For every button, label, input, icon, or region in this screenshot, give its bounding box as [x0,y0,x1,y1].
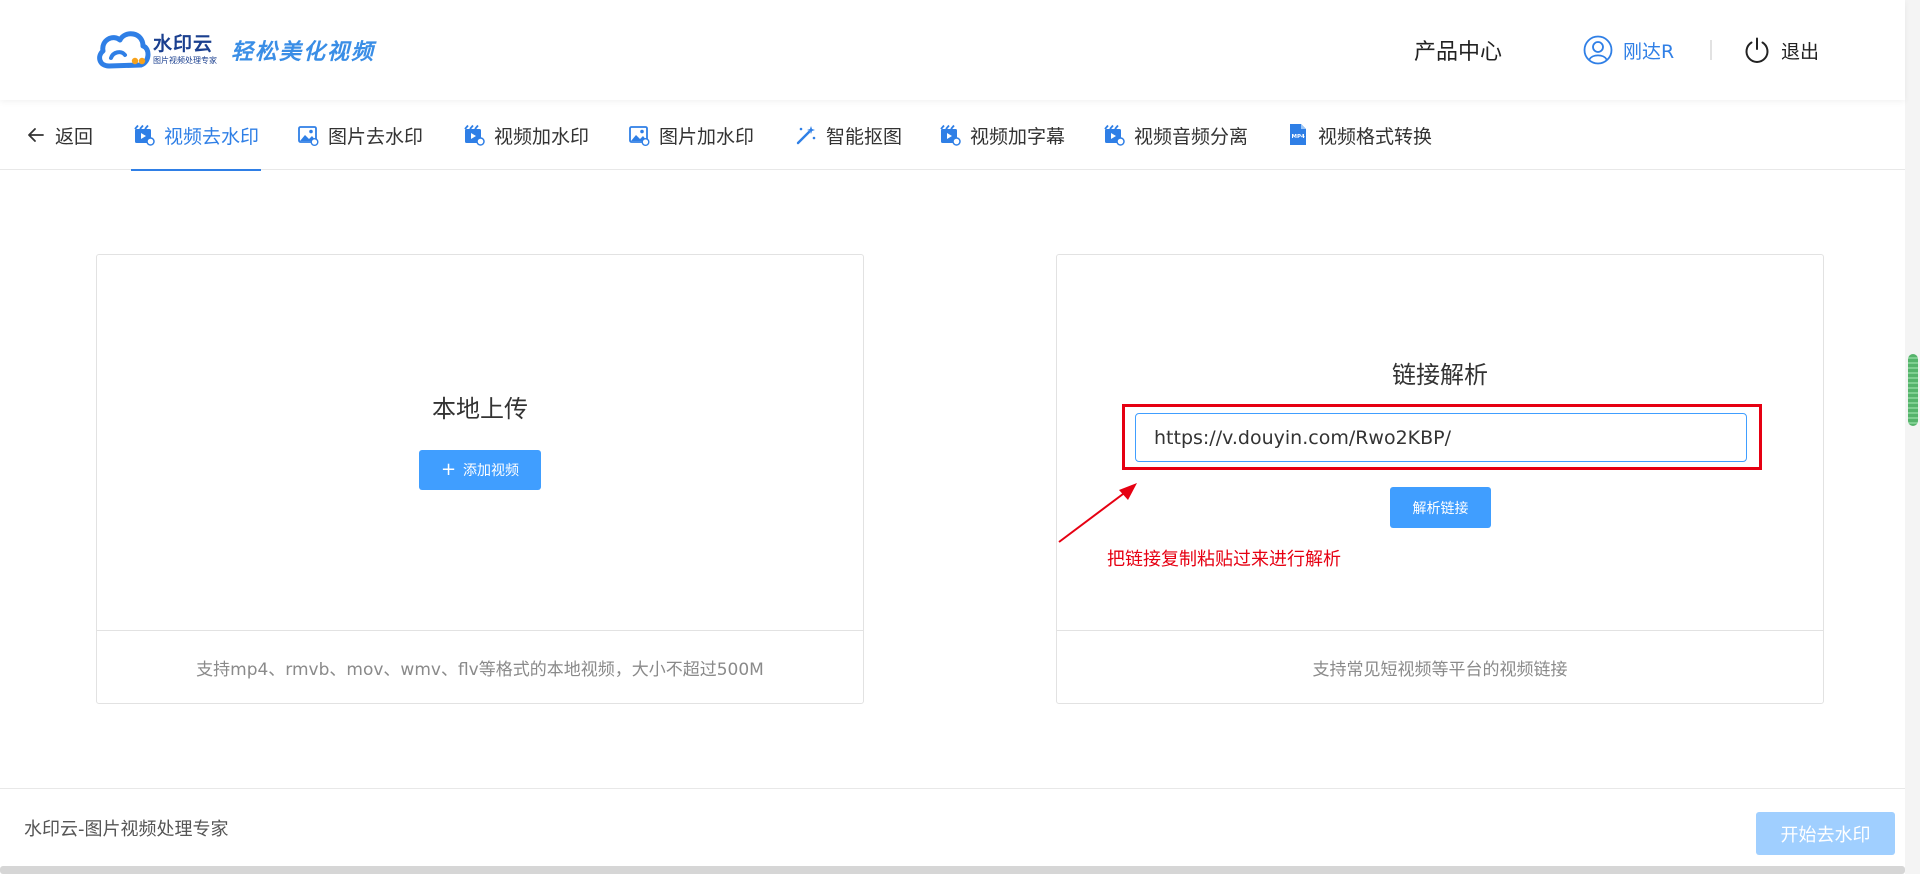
footer-brand-text: 水印云-图片视频处理专家 [24,819,229,840]
red-arrow-annotation [1058,483,1137,543]
logout-button[interactable]: 退出 [1743,34,1819,66]
horizontal-scrollbar[interactable] [0,866,1905,874]
brand-tagline: 图片视频处理专家 [153,56,217,65]
arrow-left-icon [28,128,44,142]
image-icon [629,126,650,146]
user-profile-link[interactable]: 刚达R [1583,34,1674,66]
link-parse-card: 链接解析 解析链接 把链接复制粘贴过来进行解析 支持常见短视频等平台的视频链接 [1056,254,1824,704]
video-url-input[interactable] [1135,413,1747,462]
tab-image-add-watermark[interactable]: 图片加水印 [628,100,754,170]
tab-video-add-subtitle[interactable]: 视频加字幕 [939,100,1065,170]
brand-name: 水印云 [153,33,214,55]
video-icon [134,124,155,146]
back-button[interactable]: 返回 [26,100,93,170]
tab-video-remove-watermark[interactable]: 视频去水印 [130,100,262,171]
product-center-link[interactable]: 产品中心 [1414,34,1502,66]
start-remove-watermark-button[interactable]: 开始去水印 [1756,812,1895,855]
tab-smart-cutout[interactable]: 智能抠图 [795,100,902,170]
video-icon [940,124,961,146]
magic-wand-icon [796,126,816,145]
local-upload-card: 本地上传 + 添加视频 支持mp4、rmvb、mov、wmv、flv等格式的本地… [96,254,864,704]
username: 刚达R [1623,40,1675,63]
brand-slogan: 轻松美化视频 [231,39,376,65]
parse-link-button[interactable]: 解析链接 [1390,487,1491,528]
add-video-button[interactable]: + 添加视频 [419,450,541,490]
brand-logo[interactable]: 水印云 图片视频处理专家 轻松美化视频 [95,28,375,72]
header-divider [1710,40,1712,60]
link-parse-hint: 支持常见短视频等平台的视频链接 [1057,630,1823,703]
vertical-scrollbar[interactable] [1905,0,1920,874]
plus-icon: + [440,459,457,480]
link-parse-title: 链接解析 [1392,361,1488,389]
tab-video-audio-separate[interactable]: 视频音频分离 [1103,100,1248,170]
scrollbar-thumb[interactable] [1908,354,1918,426]
image-icon [298,126,319,146]
tool-nav: 返回 视频去水印 图片去水印 视频加水印 图片加水印 智能抠图 视频加字幕 视频… [0,100,1905,171]
user-avatar-icon [1583,35,1613,65]
tab-video-format-convert[interactable]: MP4 视频格式转换 [1287,100,1432,170]
svg-text:MP4: MP4 [1292,134,1306,140]
tab-video-add-watermark[interactable]: 视频加水印 [463,100,589,170]
video-icon [464,124,485,146]
video-icon [1104,124,1125,146]
top-header: 水印云 图片视频处理专家 轻松美化视频 产品中心 刚达R 退出 [0,0,1905,100]
annotation-text: 把链接复制粘贴过来进行解析 [1107,549,1341,570]
tab-image-remove-watermark[interactable]: 图片去水印 [297,100,423,170]
bottom-bar: 水印云-图片视频处理专家 开始去水印 [0,788,1905,866]
cloud-logo-icon [97,31,151,69]
local-upload-title: 本地上传 [432,395,528,423]
local-upload-hint: 支持mp4、rmvb、mov、wmv、flv等格式的本地视频，大小不超过500M [97,630,863,703]
mp4-file-icon: MP4 [1290,124,1306,145]
power-icon [1745,37,1769,63]
